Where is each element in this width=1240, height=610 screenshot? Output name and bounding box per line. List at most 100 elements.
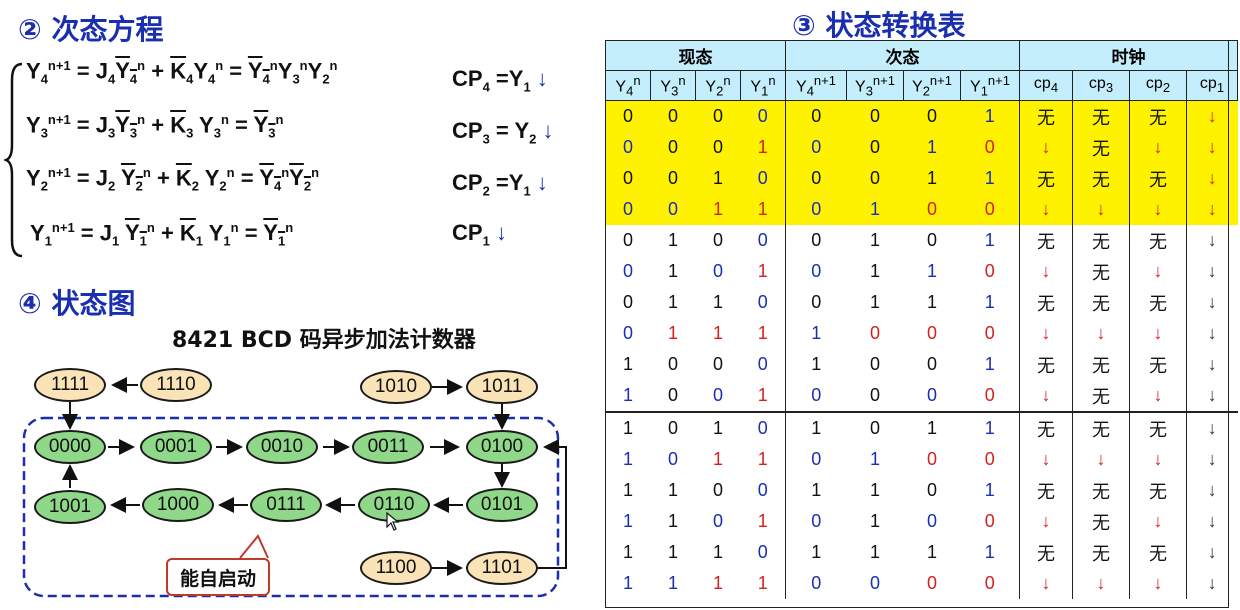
table-cell: ↓ <box>1186 194 1238 225</box>
table-cell: 0 <box>926 573 937 593</box>
table-cell: 无 <box>1019 287 1073 318</box>
table-row: 1 0 0 1 0 0 0 0 ↓ 无 ↓ ↓ <box>606 380 1238 412</box>
table-cell: 1 <box>785 537 847 568</box>
mouse-cursor-icon <box>386 512 400 531</box>
table-cell: 1 <box>960 163 1020 194</box>
table-cell: 0 <box>605 132 651 163</box>
state-node-0001: 0001 <box>140 430 212 464</box>
table-cell: 0 <box>605 163 651 194</box>
table-row: 0 1 1 0 0 1 1 1 无无无 ↓ <box>606 287 1238 318</box>
table-cell: 无 <box>1129 475 1187 506</box>
table-cell: 0 <box>785 506 847 537</box>
table-row: 0 1 1 1 1 0 0 0 ↓ ↓ ↓ ↓ <box>606 318 1238 349</box>
table-cell: 0 <box>785 132 847 163</box>
table-cell: 无 <box>1072 256 1130 287</box>
table-cell: 1 <box>695 194 741 225</box>
table-row: 0 1 0 1 0 1 1 0 ↓ 无 ↓ ↓ <box>606 256 1238 287</box>
table-cell: 无 <box>1129 225 1187 256</box>
table-cell: ↓ <box>1019 318 1073 349</box>
table-cell: 无 <box>1019 411 1073 444</box>
table-row: 1 1 0 1 0 1 0 0 ↓ 无 ↓ ↓ <box>606 506 1238 537</box>
table-cell: 0 <box>667 385 678 405</box>
table-cell: 1 <box>869 511 880 531</box>
table-cell: 无 <box>1129 100 1187 132</box>
col-y1n: Y1n <box>740 70 786 101</box>
header-next-state: 次态 <box>785 40 1020 71</box>
table-cell: ↓ <box>1186 163 1238 194</box>
table-cell: ↓ <box>1186 506 1238 537</box>
table-row: 0 0 1 0 0 0 1 1 无无无 ↓ <box>605 163 1238 194</box>
table-cell: 无 <box>1129 163 1187 194</box>
state-node-1110: 1110 <box>140 368 212 402</box>
table-row: 1 1 1 0 1 1 1 1 无无无 ↓ <box>606 537 1238 568</box>
table-cell: ↓ <box>1186 537 1238 568</box>
table-cell: ↓ <box>1019 256 1073 287</box>
table-cell: 1 <box>960 100 1020 132</box>
table-cell: 0 <box>712 385 723 405</box>
table-cell: 1 <box>757 261 768 281</box>
table-cell: 0 <box>926 449 937 469</box>
table-cell: ↓ <box>1129 568 1187 599</box>
table-row: 0 0 0 1 0 0 1 0 ↓ 无 ↓ ↓ <box>605 132 1238 163</box>
col-y3n: Y3n <box>650 70 696 101</box>
equation-y2: Y2n+1 = J2 Y2n + K2 Y2n = Y4nY2n <box>26 165 320 194</box>
col-y2n1: Y2n+1 <box>903 70 961 101</box>
state-transition-table: 现态 次态 时钟 Y4n Y3n Y2n Y1n Y4n+1 Y3n+1 Y2n… <box>605 40 1238 599</box>
table-cell: 0 <box>757 542 768 562</box>
table-cell: 0 <box>622 261 633 281</box>
table-cell: 0 <box>650 194 696 225</box>
state-node-0011: 0011 <box>352 430 424 464</box>
table-cell: 1 <box>757 449 768 469</box>
table-cell: ↓ <box>1186 411 1238 444</box>
table-cell: ↓ <box>1072 318 1130 349</box>
table-cell: 0 <box>785 444 847 475</box>
table-cell: 0 <box>712 480 723 500</box>
table-cell: 0 <box>785 163 847 194</box>
col-cp4: cp4 <box>1019 70 1073 101</box>
table-cell: 1 <box>846 194 904 225</box>
table-cell: 无 <box>1072 411 1130 444</box>
table-cell: 1 <box>622 542 633 562</box>
col-y3n1: Y3n+1 <box>846 70 904 101</box>
section-title-state-table: ③ 状态转换表 <box>792 9 966 42</box>
table-cell: ↓ <box>1129 132 1187 163</box>
table-cell: 1 <box>712 542 723 562</box>
table-cell: 1 <box>740 194 786 225</box>
table-cell: ↓ <box>1129 380 1187 412</box>
table-cell: 无 <box>1072 380 1130 412</box>
table-cell: 无 <box>1072 287 1130 318</box>
table-cell: ↓ <box>1072 568 1130 599</box>
col-cp3: cp3 <box>1072 70 1130 101</box>
table-cell: 1 <box>667 542 678 562</box>
table-cell: 1 <box>667 511 678 531</box>
table-cell: 1 <box>622 480 633 500</box>
table-cell: 0 <box>695 100 741 132</box>
table-cell: 0 <box>926 323 937 343</box>
table-cell: 0 <box>650 411 696 444</box>
table-cell: 1 <box>757 511 768 531</box>
table-cell: ↓ <box>1186 287 1238 318</box>
table-cell: 0 <box>712 354 723 374</box>
table-cell: 0 <box>650 100 696 132</box>
table-cell: 无 <box>1129 537 1187 568</box>
table-cell: 1 <box>785 318 847 349</box>
table-cell: 无 <box>1019 163 1073 194</box>
table-cell: 无 <box>1072 225 1130 256</box>
table-cell: 无 <box>1072 475 1130 506</box>
table-cell: 0 <box>846 100 904 132</box>
table-cell: 0 <box>903 194 961 225</box>
table-cell: ↓ <box>1019 380 1073 412</box>
table-cell: 1 <box>984 354 995 374</box>
table-cell: 0 <box>846 411 904 444</box>
table-cell: 0 <box>650 163 696 194</box>
table-cell: 0 <box>785 380 847 412</box>
state-node-0111: 0111 <box>250 488 322 522</box>
clock-cp4: CP4 =Y1 ↓ <box>452 66 548 95</box>
table-cell: 1 <box>757 385 768 405</box>
table-cell: 1 <box>903 163 961 194</box>
table-cell: 1 <box>926 542 937 562</box>
section-title-equations: ② 次态方程 <box>18 13 164 46</box>
table-row: 1 0 1 0 1 0 1 1 无无无 ↓ <box>605 411 1238 444</box>
table-cell: 1 <box>740 132 786 163</box>
table-cell: 无 <box>1129 411 1187 444</box>
